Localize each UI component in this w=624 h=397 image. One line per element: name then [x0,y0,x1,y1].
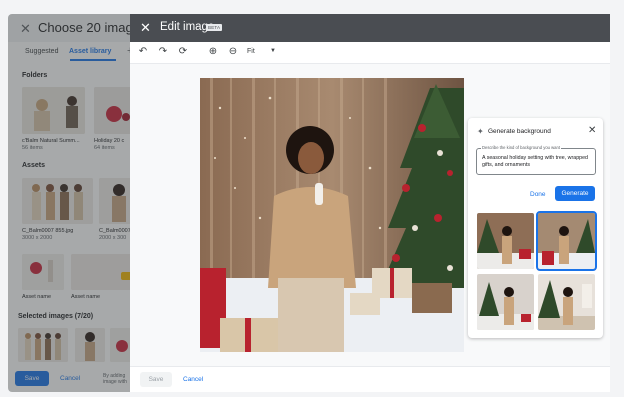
prompt-label: Describe the kind of background you want [481,145,561,150]
modal-scrim [8,14,138,392]
generate-background-panel: ✦ Generate background ✕ Describe the kin… [468,118,603,338]
zoom-select[interactable]: Fit [247,48,255,55]
sparkle-icon: ✦ [477,127,484,136]
zoom-out-icon[interactable]: ⊖ [227,46,239,57]
chevron-down-icon[interactable]: ▼ [270,48,276,54]
redo-icon[interactable]: ↷ [157,46,169,57]
generated-option[interactable] [477,274,534,330]
generate-background-title: Generate background [488,128,551,135]
cancel-button[interactable]: Cancel [183,376,203,383]
background-prompt-field[interactable]: Describe the kind of background you want… [476,145,596,175]
generated-option[interactable] [477,213,534,269]
prompt-value[interactable]: A seasonal holiday setting with tree, wr… [482,155,594,168]
beta-badge: BETA [206,24,223,31]
reset-icon[interactable]: ⟳ [177,46,189,57]
zoom-in-icon[interactable]: ⊕ [207,46,219,57]
generated-option-selected[interactable] [536,211,597,271]
image-canvas: ✦ Generate background ✕ Describe the kin… [130,64,610,366]
edit-image-header: ✕ Edit image BETA [130,14,610,42]
edit-image-dialog: ✕ Edit image BETA ↶ ↷ ⟳ ⊕ ⊖ Fit ▼ ✦ Gene… [130,14,610,392]
save-button[interactable]: Save [140,372,172,387]
done-button[interactable]: Done [530,191,546,198]
close-icon[interactable]: ✕ [588,125,596,136]
edit-toolbar: ↶ ↷ ⟳ ⊕ ⊖ Fit ▼ [130,42,610,64]
edit-image-footer: Save Cancel [130,366,610,392]
screen: ✕ Choose 20 images to Suggested Asset li… [0,0,624,397]
undo-icon[interactable]: ↶ [137,46,149,57]
generated-option[interactable] [538,274,595,330]
edited-image[interactable] [200,78,464,352]
generate-button[interactable]: Generate [555,186,595,201]
close-icon[interactable]: ✕ [140,20,151,36]
